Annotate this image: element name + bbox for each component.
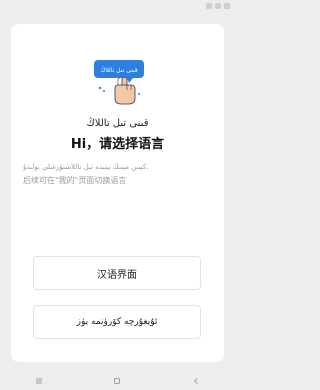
status-bar: 2:14 <box>0 0 235 16</box>
uyghur-interface-button[interactable]: ئۇيغۇرچە كۆرۈنمە يۈز <box>33 305 201 339</box>
bubble-text: قىنى تىل تاللاڭ <box>100 66 137 74</box>
status-time: 2:14 <box>5 4 19 11</box>
signal-icon <box>215 3 221 9</box>
page-title: Hi，请选择语言 <box>70 137 165 152</box>
hand-icon <box>114 76 136 105</box>
language-select-card: قىنى تىل تاللاڭ قىنى تىل تاللاڭ Hi，请选择语言… <box>11 24 224 362</box>
status-icons <box>206 3 230 9</box>
system-nav-bar <box>0 372 235 390</box>
battery-icon <box>224 3 230 9</box>
back-icon[interactable] <box>192 377 200 385</box>
hint-chinese: 后续可在"我的"页面切换语言 <box>23 176 127 185</box>
hint-uyghur: .كېيىن مېنىڭ بېتىدە تىل تاللاشتۇرغىلى بو… <box>23 163 149 171</box>
language-choose-illustration: قىنى تىل تاللاڭ <box>94 60 144 105</box>
home-icon[interactable] <box>113 377 121 385</box>
chinese-interface-button[interactable]: 汉语界面 <box>33 256 201 290</box>
menu-icon[interactable] <box>35 377 43 385</box>
wifi-icon <box>206 3 212 9</box>
title-uyghur: قىنى تىل تاللاڭ <box>86 118 149 129</box>
